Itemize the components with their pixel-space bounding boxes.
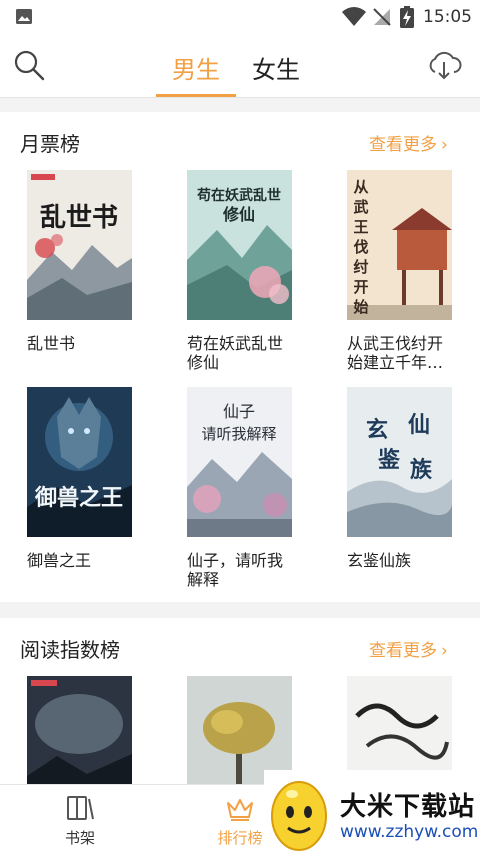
battery-charging-icon (400, 6, 414, 28)
wifi-icon (342, 7, 366, 27)
svg-text:苟在妖武乱世: 苟在妖武乱世 (196, 187, 281, 204)
book-cover[interactable]: 玄仙鉴族 (347, 387, 452, 537)
book-cover[interactable]: 苟在妖武乱世 修仙 (187, 170, 292, 320)
book-title: 仙子，请听我解释 (187, 551, 284, 589)
crown-icon (227, 799, 253, 821)
bookshelf-icon (67, 796, 94, 820)
watermark-url: www.zzhyw.com (340, 822, 479, 842)
cover-title-text: 御兽之王 (34, 485, 123, 511)
tab-male[interactable]: 男生 (172, 50, 220, 85)
nav-label: 书架 (64, 829, 95, 847)
book-cover[interactable]: 从武王伐纣开始 (347, 170, 452, 320)
egg-mascot-logo (271, 781, 327, 851)
svg-text:从武王伐纣开始: 从武王伐纣开始 (353, 178, 368, 316)
chevron-right-icon: › (441, 641, 448, 661)
book-title: 乱世书 (27, 334, 76, 353)
book-cover[interactable]: 御兽之王 (27, 387, 132, 537)
book-cover[interactable] (347, 676, 452, 784)
tab-indicator (156, 94, 236, 97)
book-title: 玄鉴仙族 (347, 551, 412, 570)
nav-bookshelf[interactable]: 书架 (40, 793, 120, 848)
section-monthly-ticket-rank: 月票榜 查看更多 › 乱世书 乱世书 苟在妖武乱世 修仙 苟在妖武乱世修仙 从武… (0, 112, 480, 602)
cloud-download-icon[interactable] (426, 48, 462, 82)
book-title: 苟在妖武乱世修仙 (187, 334, 284, 372)
chevron-right-icon: › (441, 135, 448, 155)
search-icon[interactable] (12, 48, 46, 82)
see-more-link[interactable]: 查看更多 › (369, 130, 448, 155)
top-bar: 男生 女生 (0, 34, 480, 98)
site-watermark: 大米下载站 www.zzhyw.com (264, 770, 480, 854)
book-cover[interactable]: 乱世书 (27, 170, 132, 320)
see-more-label: 查看更多 (369, 135, 437, 155)
section-title: 月票榜 (20, 132, 80, 156)
see-more-link[interactable]: 查看更多 › (369, 636, 448, 661)
book-cover[interactable]: 仙子 请听我解释 (187, 387, 292, 537)
svg-text:修仙: 修仙 (222, 205, 255, 224)
photo-icon (16, 9, 32, 24)
section-title: 阅读指数榜 (20, 638, 120, 662)
cover-title-text: 乱世书 (40, 203, 118, 233)
svg-text:请听我解释: 请听我解释 (201, 425, 276, 443)
see-more-label: 查看更多 (369, 641, 437, 661)
watermark-name: 大米下载站 (340, 792, 476, 822)
tab-female[interactable]: 女生 (252, 50, 300, 85)
section-reading-index-rank: 阅读指数榜 查看更多 › (0, 618, 480, 784)
signal-off-icon (373, 8, 391, 26)
book-cover[interactable] (187, 676, 292, 784)
book-title: 御兽之王 (27, 551, 92, 570)
svg-text:仙子: 仙子 (223, 402, 255, 421)
book-title: 从武王伐纣开始建立千年… (347, 334, 444, 372)
status-bar: 15:05 (0, 0, 480, 34)
book-cover[interactable] (27, 676, 132, 784)
status-time: 15:05 (423, 7, 472, 27)
